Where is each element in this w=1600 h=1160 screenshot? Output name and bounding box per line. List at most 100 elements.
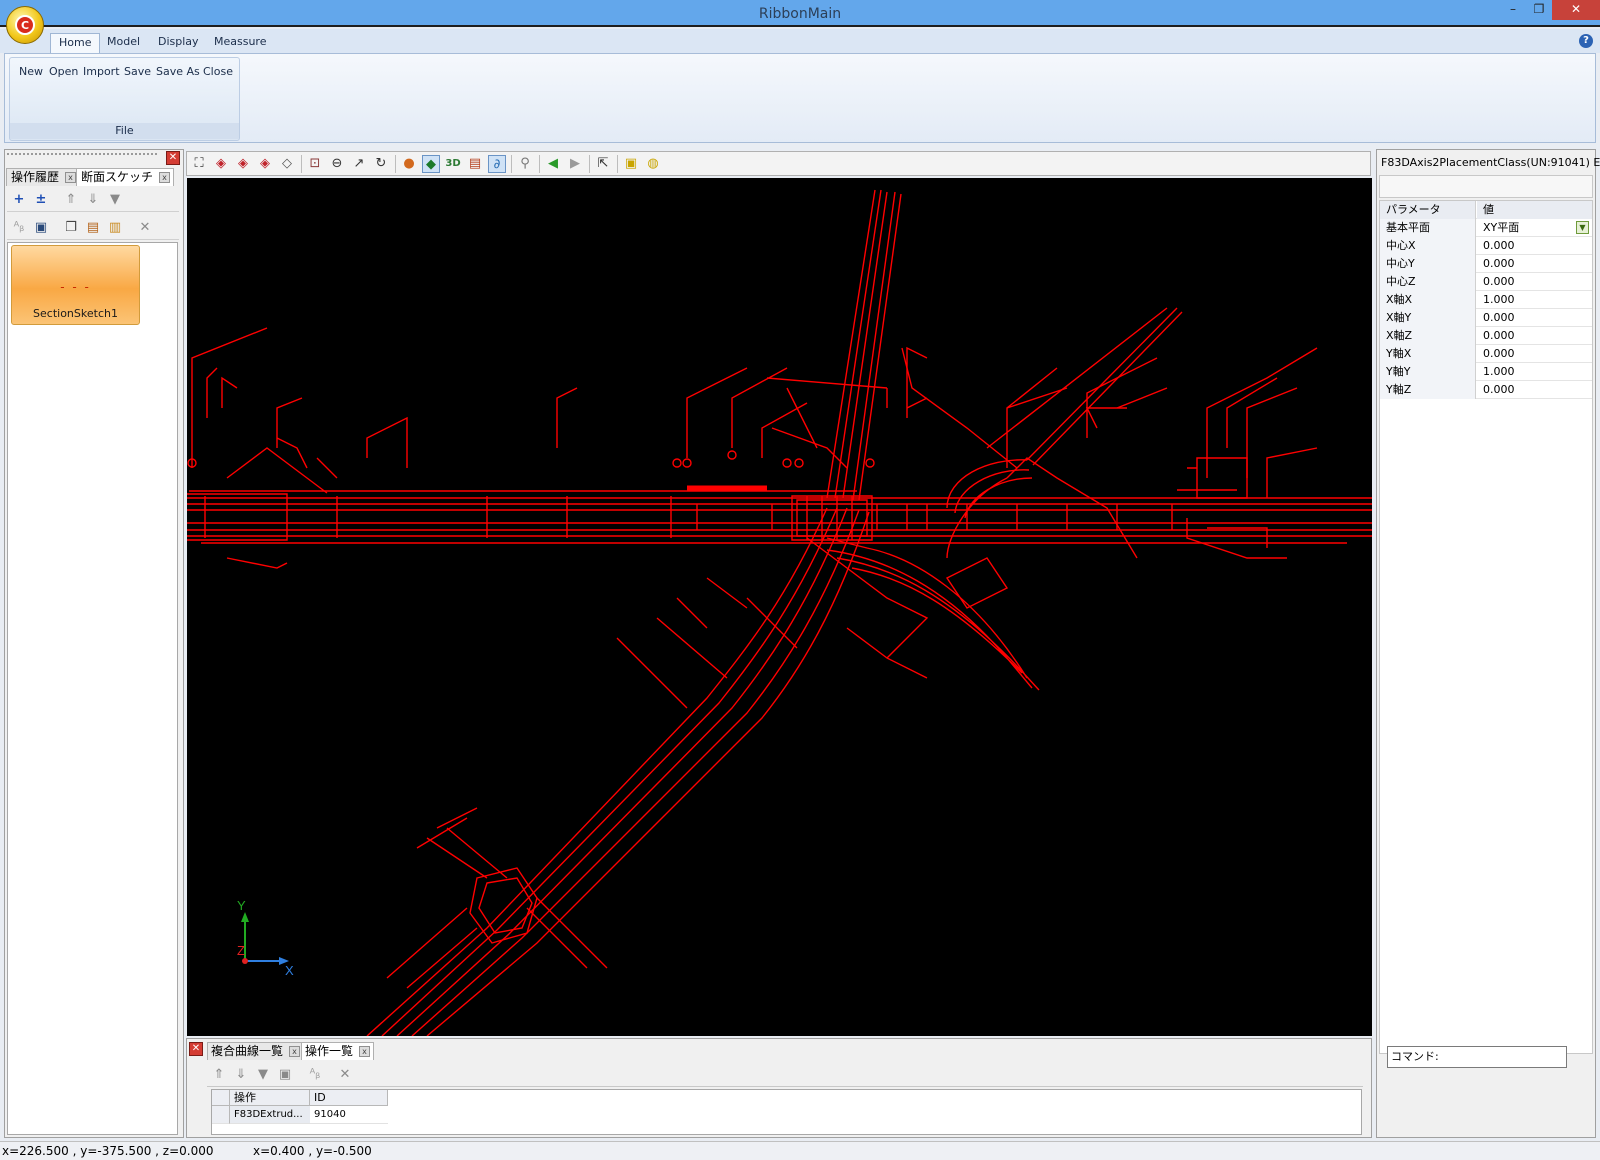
property-value[interactable]: 0.000: [1477, 327, 1592, 345]
sketch-toolbar-1: + ± ⇑ ⇓ ▼: [7, 188, 179, 212]
property-row[interactable]: Y軸X 0.000: [1380, 345, 1592, 363]
pan-icon[interactable]: ↗: [350, 155, 368, 173]
help-icon[interactable]: ?: [1579, 34, 1593, 48]
tab-home[interactable]: Home: [50, 33, 101, 53]
copy-icon[interactable]: ❐: [63, 220, 79, 236]
row-header[interactable]: [212, 1106, 230, 1124]
move-down-icon[interactable]: ⇓: [85, 192, 101, 208]
table-cell-operation[interactable]: F83DExtrud...: [230, 1106, 310, 1124]
rename-icon[interactable]: ᴬᵦ: [11, 220, 27, 236]
application-menu-orb[interactable]: C: [6, 6, 44, 44]
display-icon[interactable]: ▣: [33, 220, 49, 236]
panel-grip[interactable]: [7, 153, 157, 157]
zoom-window-icon[interactable]: ⊡: [306, 155, 324, 173]
close-window-button[interactable]: ✕: [1552, 0, 1600, 20]
view-top-icon[interactable]: ◈: [234, 155, 252, 173]
column-header-id[interactable]: ID: [310, 1090, 388, 1106]
search-icon[interactable]: ⚲: [516, 155, 534, 173]
view-side-icon[interactable]: ◈: [256, 155, 274, 173]
property-row[interactable]: Y軸Z 0.000: [1380, 381, 1592, 399]
dropdown-arrow-icon[interactable]: ▼: [1576, 221, 1589, 234]
tab-operation-list[interactable]: 操作一覧 x: [301, 1042, 375, 1060]
axis-z-label: Z: [237, 943, 245, 958]
property-value[interactable]: XY平面: [1477, 219, 1592, 237]
paste-icon[interactable]: ▤: [85, 220, 101, 236]
tab-close-icon[interactable]: x: [65, 172, 77, 183]
tab-section-sketch[interactable]: 断面スケッチ x: [76, 168, 175, 186]
tab-composite-curves[interactable]: 複合曲線一覧 x: [207, 1042, 305, 1060]
delete-icon[interactable]: ✕: [337, 1067, 353, 1083]
property-row[interactable]: X軸Z 0.000: [1380, 327, 1592, 345]
property-row[interactable]: 中心Y 0.000: [1380, 255, 1592, 273]
tab-display[interactable]: Display: [150, 33, 207, 53]
property-name: Y軸Y: [1380, 363, 1476, 381]
move-up-icon[interactable]: ⇑: [211, 1067, 227, 1083]
operation-toolbar: ⇑ ⇓ ▼ ▣ ᴬᵦ ✕: [207, 1065, 1363, 1087]
maximize-button[interactable]: ❐: [1526, 0, 1552, 20]
command-input[interactable]: コマンド:: [1387, 1046, 1567, 1068]
property-name: X軸Z: [1380, 327, 1476, 345]
zoom-out-icon[interactable]: ⊖: [328, 155, 346, 173]
paste-special-icon[interactable]: ▥: [107, 220, 123, 236]
property-value[interactable]: 0.000: [1477, 345, 1592, 363]
view-front-icon[interactable]: ◈: [212, 155, 230, 173]
move-up-icon[interactable]: ⇑: [63, 192, 79, 208]
tab-close-icon[interactable]: x: [159, 172, 171, 183]
tab-model[interactable]: Model: [99, 33, 148, 53]
insert-icon[interactable]: ±: [33, 192, 49, 208]
rename-icon[interactable]: ᴬᵦ: [307, 1067, 323, 1083]
import-button[interactable]: Import: [83, 65, 120, 78]
wireframe-icon[interactable]: ◆: [422, 155, 440, 173]
property-value[interactable]: 1.000: [1477, 363, 1592, 381]
row-header-corner: [212, 1090, 230, 1106]
panel-close-icon[interactable]: ✕: [189, 1042, 203, 1056]
open-button[interactable]: Open: [49, 65, 78, 78]
property-value[interactable]: 0.000: [1477, 273, 1592, 291]
property-value[interactable]: 0.000: [1477, 309, 1592, 327]
zoom-fit-icon[interactable]: ⛶: [190, 155, 208, 173]
tab-close-icon[interactable]: x: [359, 1046, 371, 1057]
link-icon[interactable]: ∂: [488, 155, 506, 173]
property-row[interactable]: 中心X 0.000: [1380, 237, 1592, 255]
tab-operation-history[interactable]: 操作履歴 x: [6, 168, 81, 186]
property-row[interactable]: X軸Y 0.000: [1380, 309, 1592, 327]
view-iso-icon[interactable]: ◇: [278, 155, 296, 173]
minimize-button[interactable]: –: [1500, 0, 1526, 20]
property-row[interactable]: 基本平面 XY平面 ▼: [1380, 219, 1592, 237]
3d-view-icon[interactable]: 3D: [444, 155, 462, 173]
close-button[interactable]: Close: [203, 65, 233, 78]
property-value[interactable]: 0.000: [1477, 237, 1592, 255]
cad-viewport[interactable]: Y Z X: [187, 178, 1372, 1036]
shading-icon[interactable]: ●: [400, 155, 418, 173]
property-value[interactable]: 1.000: [1477, 291, 1592, 309]
back-arrow-icon[interactable]: ◀: [544, 155, 562, 173]
rotate-icon[interactable]: ↻: [372, 155, 390, 173]
panel-close-icon[interactable]: ✕: [166, 151, 180, 165]
save-button[interactable]: Save: [124, 65, 151, 78]
add-icon[interactable]: +: [11, 192, 27, 208]
box-select-icon[interactable]: ▣: [622, 155, 640, 173]
new-button[interactable]: New: [19, 65, 43, 78]
property-row[interactable]: 中心Z 0.000: [1380, 273, 1592, 291]
lasso-select-icon[interactable]: ◍: [644, 155, 662, 173]
tab-close-icon[interactable]: x: [289, 1046, 301, 1057]
property-value[interactable]: 0.000: [1477, 255, 1592, 273]
delete-icon[interactable]: ✕: [137, 220, 153, 236]
display-icon[interactable]: ▣: [277, 1067, 293, 1083]
tab-meassure[interactable]: Meassure: [206, 33, 274, 53]
save-as-button[interactable]: Save As: [156, 65, 200, 78]
forward-arrow-icon[interactable]: ▶: [566, 155, 584, 173]
table-cell-id[interactable]: 91040: [310, 1106, 388, 1124]
move-bottom-icon[interactable]: ▼: [255, 1067, 271, 1083]
property-value[interactable]: 0.000: [1477, 381, 1592, 399]
file-group-label: File: [10, 123, 239, 139]
section-icon[interactable]: ▤: [466, 155, 484, 173]
select-icon[interactable]: ⇱: [594, 155, 612, 173]
move-down-icon[interactable]: ⇓: [233, 1067, 249, 1083]
tab-section-sketch-label: 断面スケッチ: [81, 170, 154, 184]
property-row[interactable]: X軸X 1.000: [1380, 291, 1592, 309]
sketch-item[interactable]: - - - SectionSketch1: [11, 245, 140, 325]
move-bottom-icon[interactable]: ▼: [107, 192, 123, 208]
column-header-operation[interactable]: 操作: [230, 1090, 310, 1106]
property-row[interactable]: Y軸Y 1.000: [1380, 363, 1592, 381]
